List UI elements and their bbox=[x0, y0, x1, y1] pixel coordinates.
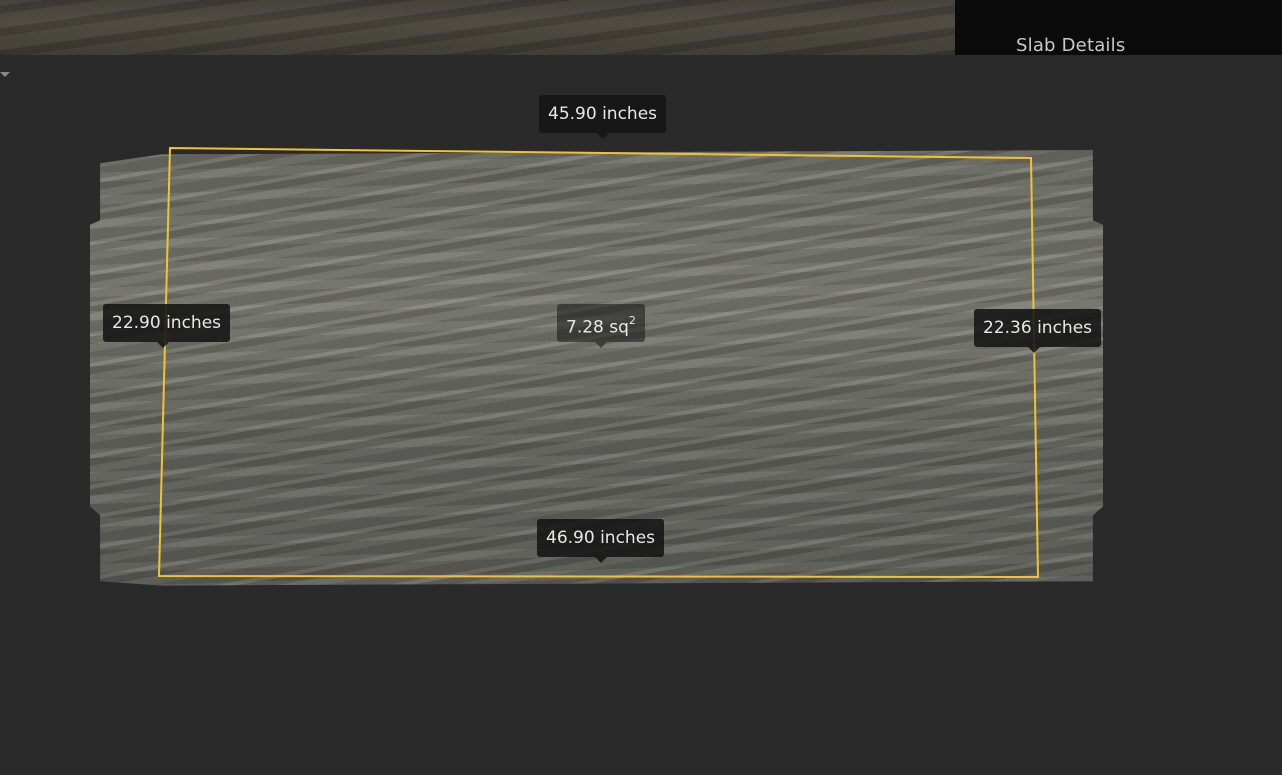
right-measurement-label[interactable]: 22.36 inches bbox=[974, 309, 1102, 353]
bottom-measurement-text: 46.90 inches bbox=[546, 528, 656, 548]
bottom-measurement-label[interactable]: 46.90 inches bbox=[537, 519, 665, 563]
top-measurement-label[interactable]: 45.90 inches bbox=[539, 95, 667, 139]
panel-title: Slab Details bbox=[1016, 35, 1126, 56]
area-label[interactable]: 7.28 sq2 bbox=[557, 304, 645, 348]
top-measurement-text: 45.90 inches bbox=[548, 104, 658, 124]
slab-details-panel: Slab Details bbox=[955, 0, 1282, 56]
left-measurement-text: 22.90 inches bbox=[112, 313, 222, 333]
right-measurement-text: 22.36 inches bbox=[983, 318, 1093, 338]
area-exponent: 2 bbox=[628, 314, 636, 327]
left-measurement-label[interactable]: 22.90 inches bbox=[103, 304, 231, 348]
caret-down-icon[interactable] bbox=[0, 72, 10, 77]
area-text: 7.28 sq bbox=[566, 317, 629, 338]
slab-preview-strip bbox=[0, 0, 955, 55]
